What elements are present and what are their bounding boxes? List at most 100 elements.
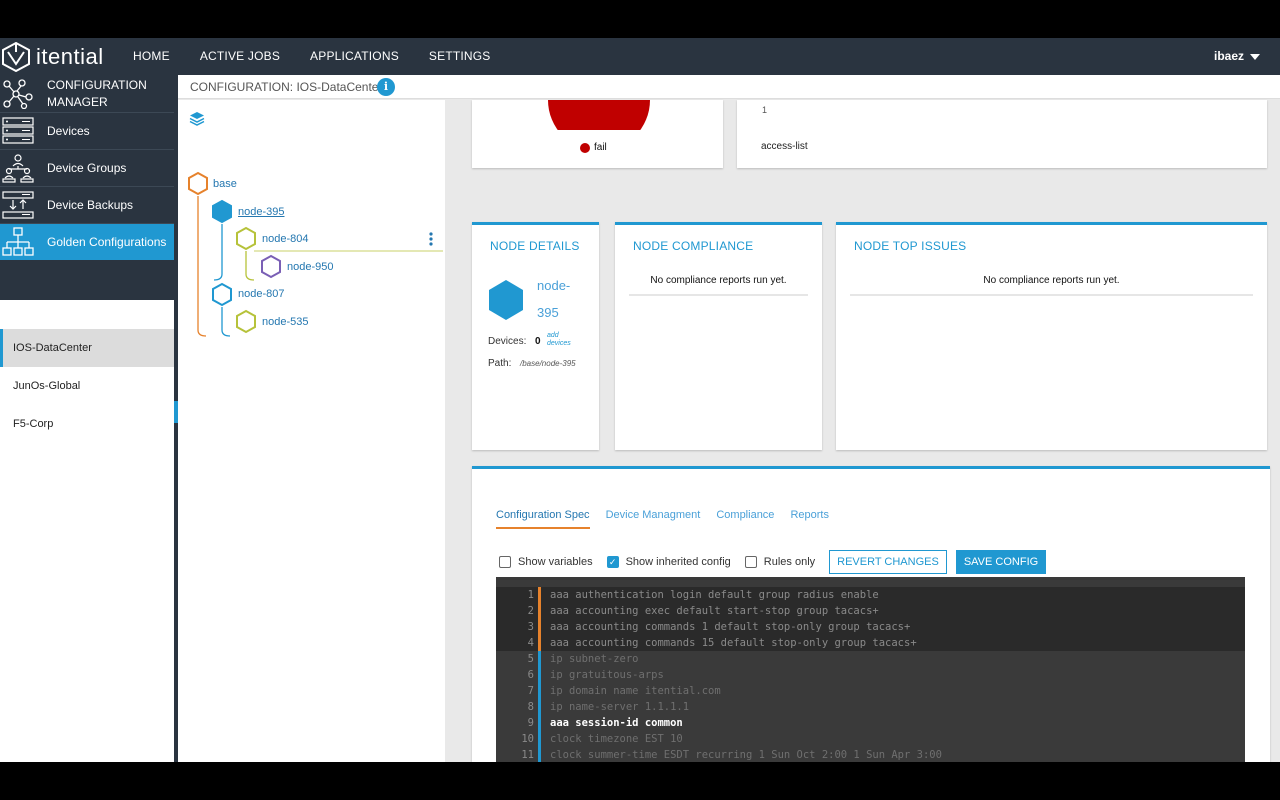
kebab-menu-icon <box>429 232 433 246</box>
itential-logo[interactable]: itential <box>2 42 104 72</box>
tree-connector <box>245 251 255 281</box>
sidebar-item-golden-configurations[interactable]: Golden Configurations <box>0 224 174 260</box>
hexagon-node-icon <box>261 254 281 279</box>
config-list-item[interactable]: JunOs-Global <box>0 367 174 405</box>
node-name: node- <box>537 278 571 293</box>
config-list-item[interactable]: IOS-DataCenter <box>0 329 174 367</box>
editor-line: 8 ip name-server 1.1.1.1 <box>496 699 1245 715</box>
tab-reports[interactable]: Reports <box>790 509 829 529</box>
network-graph-icon <box>1 78 35 110</box>
inherited-marker <box>538 603 541 619</box>
tab-compliance[interactable]: Compliance <box>716 509 774 529</box>
tab-device-management[interactable]: Device Managment <box>606 509 701 529</box>
line-code: clock summer-time ESDT recurring 1 Sun O… <box>550 749 942 761</box>
issue-count: 1 <box>762 105 768 115</box>
nav-active-jobs[interactable]: ACTIVE JOBS <box>185 38 295 75</box>
hexagon-node-icon <box>212 282 232 307</box>
editor-line: 11 clock summer-time ESDT recurring 1 Sun… <box>496 747 1245 762</box>
hexagon-node-icon <box>188 171 208 196</box>
config-tree: base node-395 node-804 node-950 node-807… <box>178 100 458 762</box>
line-number: 7 <box>527 685 534 697</box>
option-label: Show inherited config <box>625 556 731 568</box>
tree-node-804[interactable]: node-804 <box>262 233 309 245</box>
node-top-issues-card: NODE TOP ISSUES No compliance reports ru… <box>836 222 1267 450</box>
tree-graphics <box>188 112 443 337</box>
divider <box>629 294 808 296</box>
nav-home[interactable]: HOME <box>118 38 185 75</box>
line-number: 2 <box>527 605 534 617</box>
line-marker <box>538 651 541 667</box>
config-tabs: Configuration Spec Device Managment Comp… <box>496 509 845 529</box>
inherited-marker <box>538 587 541 603</box>
line-number: 11 <box>521 749 534 761</box>
devices-label: Devices: <box>488 336 527 347</box>
show-variables-option[interactable]: Show variables <box>499 556 593 568</box>
sidebar-item-device-groups[interactable]: Device Groups <box>0 150 174 186</box>
issue-label: access-list <box>761 141 808 152</box>
line-code: aaa accounting commands 1 default stop-o… <box>550 621 911 633</box>
line-marker <box>538 699 541 715</box>
sidebar-item-device-backups[interactable]: Device Backups <box>0 187 174 223</box>
sidebar-menu: CONFIGURATION MANAGER Devices Device Gro… <box>0 75 174 300</box>
tree-node-950[interactable]: node-950 <box>287 261 334 273</box>
rules-only-option[interactable]: Rules only <box>744 556 815 568</box>
app-window: itential HOME ACTIVE JOBS APPLICATIONS S… <box>0 38 1280 762</box>
nav-settings[interactable]: SETTINGS <box>414 38 506 75</box>
card-title: NODE DETAILS <box>490 239 580 253</box>
tab-configuration-spec[interactable]: Configuration Spec <box>496 509 590 529</box>
line-marker <box>538 731 541 747</box>
show-inherited-option[interactable]: ✓ Show inherited config <box>606 556 731 568</box>
editor-line: 10 clock timezone EST 10 <box>496 731 1245 747</box>
show-inherited-checkbox[interactable]: ✓ <box>606 556 619 568</box>
config-list-item[interactable]: F5-Corp <box>0 405 174 443</box>
node-details-card: NODE DETAILS node- 395 Devices: 0 add de… <box>472 222 599 450</box>
line-code: ip domain name itential.com <box>550 685 721 697</box>
add-devices-link-cont[interactable]: devices <box>547 340 571 347</box>
save-config-button[interactable]: SAVE CONFIG <box>955 550 1047 574</box>
hexagon-node-icon <box>212 199 232 224</box>
line-code: ip name-server 1.1.1.1 <box>550 701 690 713</box>
tree-node-535[interactable]: node-535 <box>262 316 309 328</box>
devices-count: 0 <box>535 336 541 347</box>
fail-dot-icon <box>580 142 590 153</box>
hexagon-node-icon <box>236 309 256 334</box>
tree-node-395[interactable]: node-395 <box>238 206 285 218</box>
revert-changes-button[interactable]: REVERT CHANGES <box>829 550 947 574</box>
tree-connector <box>197 196 207 337</box>
show-variables-checkbox[interactable] <box>499 556 511 568</box>
info-icon[interactable]: i <box>377 78 395 96</box>
line-code: aaa accounting exec default start-stop g… <box>550 605 879 617</box>
nav-applications[interactable]: APPLICATIONS <box>295 38 414 75</box>
tree-connector <box>213 224 223 281</box>
empty-message: No compliance reports run yet. <box>650 275 787 286</box>
line-code: ip gratuitous-arps <box>550 669 664 681</box>
config-editor[interactable]: 1 aaa authentication login default group … <box>496 577 1245 762</box>
main-nav: HOME ACTIVE JOBS APPLICATIONS SETTINGS <box>118 38 506 75</box>
editor-line: 3 aaa accounting commands 1 default stop-… <box>496 619 1245 635</box>
itential-logo-icon <box>2 42 30 72</box>
username: ibaez <box>1213 49 1244 63</box>
line-code: clock timezone EST 10 <box>550 733 683 745</box>
add-devices-link[interactable]: add <box>547 332 559 339</box>
editor-line: 4 aaa accounting commands 15 default stop… <box>496 635 1245 651</box>
node-compliance-card: NODE COMPLIANCE No compliance reports ru… <box>615 222 822 450</box>
line-code: aaa accounting commands 15 default stop-… <box>550 637 917 649</box>
device-backups-icon <box>1 189 35 221</box>
layers-icon <box>189 112 205 126</box>
line-code: aaa session-id common <box>550 717 683 729</box>
status-pie-chart <box>548 100 650 130</box>
sidebar-item-label: Devices <box>47 124 90 138</box>
line-code: aaa authentication login default group r… <box>550 589 879 601</box>
config-panel: Configuration Spec Device Managment Comp… <box>472 466 1270 762</box>
top-issues-card: 1 access-list <box>737 100 1267 168</box>
sidebar-item-label: Golden Configurations <box>47 235 167 249</box>
device-groups-icon <box>1 152 35 184</box>
tree-node-base[interactable]: base <box>213 178 237 190</box>
status-legend-label: fail <box>594 142 607 153</box>
tree-node-807[interactable]: node-807 <box>238 288 285 300</box>
line-number: 3 <box>527 621 534 633</box>
hexagon-node-icon <box>236 226 256 251</box>
user-menu[interactable]: ibaez <box>1214 38 1260 75</box>
rules-only-checkbox[interactable] <box>744 556 757 568</box>
sidebar-item-devices[interactable]: Devices <box>0 113 174 149</box>
